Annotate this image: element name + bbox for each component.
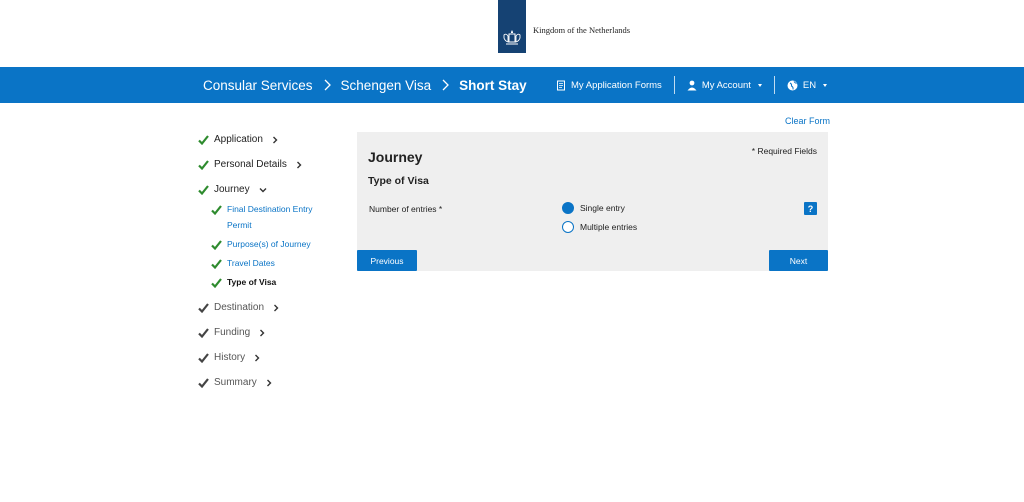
single-entry-radio[interactable] <box>562 202 574 214</box>
caret-down-icon <box>757 83 762 87</box>
checkmark-icon <box>198 184 209 195</box>
label-line: Final Destination Entry <box>227 204 313 214</box>
single-entry-option[interactable]: Single entry <box>562 202 625 214</box>
coat-of-arms-icon <box>503 30 521 45</box>
sidebar-subitem-label: Final Destination Entry Permit <box>227 202 313 233</box>
checkmark-icon <box>198 327 209 338</box>
sidebar-subitem-final-destination-entry-permit[interactable]: Final Destination Entry Permit <box>211 202 313 233</box>
chevron-right-icon <box>260 329 265 336</box>
logo-text: Kingdom of the Netherlands <box>533 25 631 35</box>
sidebar-item-application[interactable]: Application <box>198 134 278 145</box>
multiple-entries-option[interactable]: Multiple entries <box>562 221 637 233</box>
language-selector[interactable]: EN <box>787 79 828 91</box>
journey-form-panel: Journey * Required Fields Type of Visa N… <box>357 132 828 271</box>
previous-button[interactable]: Previous <box>357 250 417 271</box>
checkmark-icon <box>198 352 209 363</box>
number-of-entries-label: Number of entries * <box>369 204 443 214</box>
chevron-right-icon <box>442 79 450 91</box>
sidebar-item-label: Funding <box>214 327 251 338</box>
clear-form-link[interactable]: Clear Form <box>785 116 830 126</box>
my-account-label: My Account <box>701 79 751 91</box>
help-button[interactable]: ? <box>804 202 817 215</box>
my-application-forms-link[interactable]: My Application Forms <box>556 80 662 91</box>
sidebar-subitem-type-of-visa[interactable]: Type of Visa <box>211 275 276 291</box>
sidebar-subitem-purposes-of-journey[interactable]: Purpose(s) of Journey <box>211 237 311 253</box>
document-icon <box>557 80 565 90</box>
chevron-right-icon <box>266 379 272 386</box>
breadcrumb-schengen-visa[interactable]: Schengen Visa <box>341 78 432 93</box>
logo-bar: Kingdom of the Netherlands <box>0 0 1024 66</box>
breadcrumb: Consular Services Schengen Visa Short St… <box>203 67 527 103</box>
page-title: Journey <box>368 149 423 165</box>
checkmark-icon <box>198 134 209 145</box>
next-button[interactable]: Next <box>769 250 828 271</box>
chevron-right-icon <box>324 79 331 91</box>
my-application-forms-label: My Application Forms <box>571 79 662 91</box>
breadcrumb-short-stay: Short Stay <box>459 77 527 93</box>
multiple-entries-label: Multiple entries <box>580 222 638 232</box>
chevron-right-icon <box>274 304 279 311</box>
checkmark-icon <box>198 377 209 388</box>
sidebar-item-label: Summary <box>214 377 257 388</box>
user-icon <box>687 80 697 90</box>
single-entry-label: Single entry <box>580 203 625 213</box>
netherlands-coat-of-arms-logo[interactable] <box>498 0 526 53</box>
required-fields-note: * Required Fields <box>751 146 817 156</box>
chevron-down-icon <box>259 187 267 192</box>
nav-actions: My Application Forms My Account EN <box>556 67 828 103</box>
sidebar-item-label: History <box>214 352 246 363</box>
chevron-right-icon <box>272 136 278 143</box>
sidebar-subitem-label: Type of Visa <box>227 277 277 287</box>
sidebar-subitem-label: Purpose(s) of Journey <box>227 239 311 249</box>
sidebar-item-personal-details[interactable]: Personal Details <box>198 159 302 170</box>
checkmark-icon <box>211 240 222 250</box>
sidebar-subitem-travel-dates[interactable]: Travel Dates <box>211 256 275 272</box>
checkmark-icon <box>211 259 222 269</box>
multiple-entries-radio[interactable] <box>562 221 574 233</box>
sidebar-item-label: Destination <box>214 302 265 313</box>
label-line: Permit <box>227 219 252 230</box>
sidebar-item-funding[interactable]: Funding <box>198 327 265 338</box>
nav-divider <box>773 76 775 94</box>
checkmark-icon <box>211 278 222 288</box>
top-navigation-bar: Consular Services Schengen Visa Short St… <box>0 67 1024 103</box>
checkmark-icon <box>198 159 209 170</box>
breadcrumb-consular-services[interactable]: Consular Services <box>203 78 313 93</box>
sidebar-item-destination[interactable]: Destination <box>198 302 279 313</box>
checkmark-icon <box>211 205 222 215</box>
chevron-right-icon <box>255 354 260 361</box>
language-label: EN <box>802 79 817 91</box>
sidebar-item-label: Personal Details <box>214 159 287 170</box>
nav-divider <box>673 76 675 94</box>
sidebar-item-history[interactable]: History <box>198 352 260 363</box>
sidebar-item-summary[interactable]: Summary <box>198 377 272 388</box>
my-account-dropdown[interactable]: My Account <box>687 80 762 91</box>
globe-icon <box>787 80 798 90</box>
caret-down-icon <box>823 83 828 87</box>
chevron-right-icon <box>296 161 302 168</box>
sidebar-item-label: Journey <box>214 184 250 195</box>
section-title: Type of Visa <box>368 175 429 187</box>
checkmark-icon <box>198 302 209 313</box>
sidebar-item-label: Application <box>214 134 263 145</box>
sidebar-subitem-label: Travel Dates <box>227 258 275 268</box>
sidebar-item-journey[interactable]: Journey <box>198 184 267 195</box>
